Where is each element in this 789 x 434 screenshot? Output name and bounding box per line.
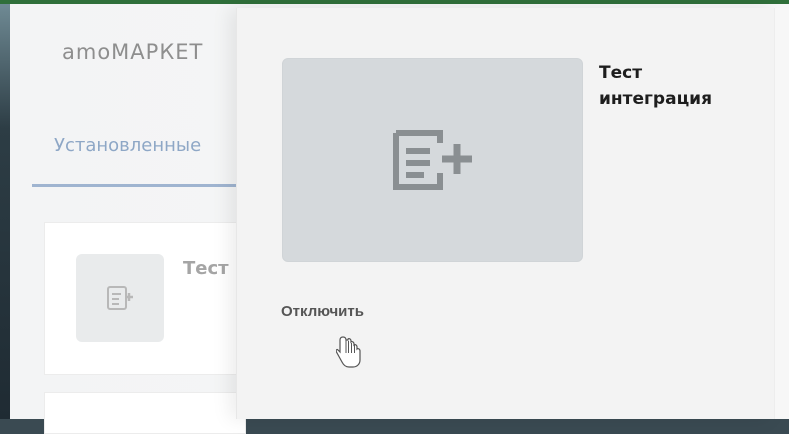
tab-active-underline xyxy=(32,184,236,187)
list-add-icon xyxy=(392,130,472,190)
integration-modal: Тест интеграция Отключить xyxy=(236,8,775,419)
card-thumbnail xyxy=(76,254,164,342)
integration-card-2[interactable] xyxy=(44,392,246,434)
integration-preview xyxy=(282,58,583,262)
integration-title: Тест интеграция xyxy=(599,63,712,109)
modal-scroll-edge xyxy=(774,8,789,419)
integration-card[interactable]: Тест и xyxy=(44,222,247,375)
tab-installed[interactable]: Установленные xyxy=(54,135,201,156)
app-title: amoМАРКЕТ xyxy=(62,40,204,64)
list-add-icon xyxy=(107,286,133,310)
disable-button[interactable]: Отключить xyxy=(281,303,364,320)
tabs: Установленные xyxy=(20,104,260,189)
hand-pointer-icon xyxy=(335,335,362,373)
